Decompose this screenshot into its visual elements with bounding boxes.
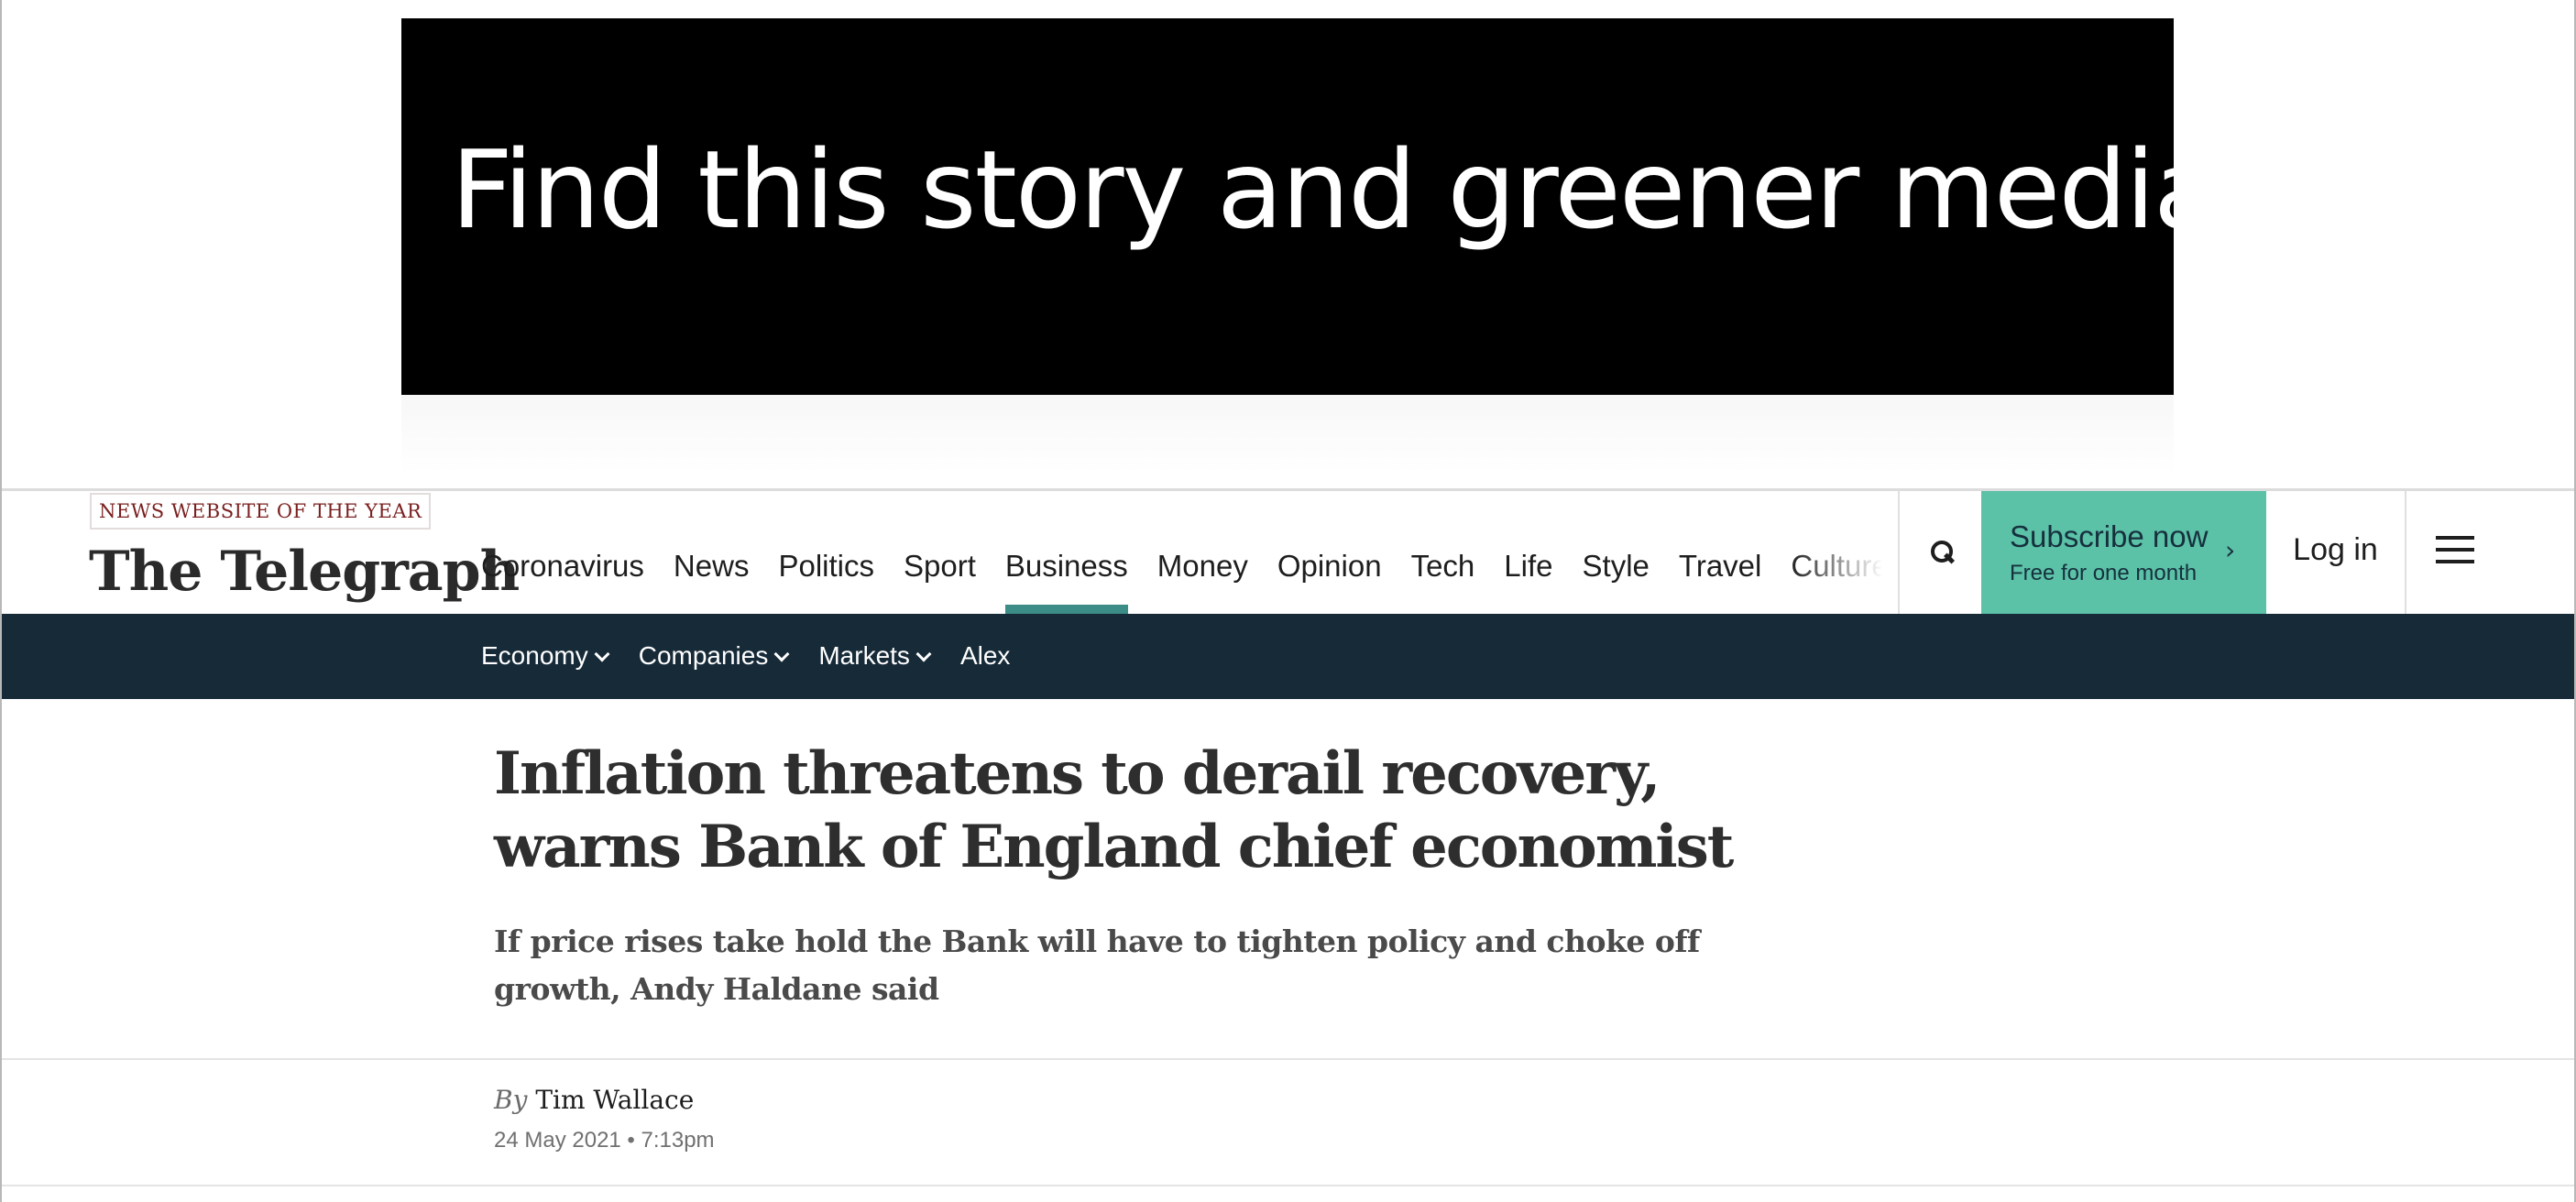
subnav-item-label: Economy [481, 641, 588, 670]
search-icon [1927, 539, 1956, 566]
byline-divider-bottom [0, 1185, 2576, 1186]
ad-area: Find this story and greener media [0, 0, 2576, 488]
nav-item-style[interactable]: Style [1583, 546, 1679, 586]
subnav-item-label: Markets [818, 641, 910, 670]
chevron-down-icon [594, 646, 610, 661]
nav-item-tech[interactable]: Tech [1411, 546, 1505, 586]
nav-item-life[interactable]: Life [1504, 546, 1582, 586]
nav-item-money[interactable]: Money [1157, 546, 1277, 586]
chevron-right-icon: › [2225, 535, 2236, 565]
primary-nav: Coronavirus News Politics Sport Business Mone… [481, 546, 1881, 614]
subscribe-sublabel: Free for one month [2010, 561, 2198, 585]
hamburger-menu-icon [2436, 536, 2474, 563]
login-label: Log in [2293, 531, 2378, 567]
nav-fade-overlay [1790, 491, 1900, 614]
subnav-item-economy[interactable]: Economy [481, 639, 610, 672]
nav-item-business[interactable]: Business [1004, 546, 1157, 614]
nav-item-news[interactable]: News [674, 546, 779, 586]
chevron-down-icon [915, 646, 932, 661]
subnav-items: Economy Companies Markets Alex [481, 639, 1041, 672]
ad-shadow [401, 395, 2174, 474]
advertisement-banner[interactable]: Find this story and greener media [401, 18, 2220, 395]
author-link[interactable]: Tim Wallace [535, 1085, 694, 1115]
article-headline: Inflation threatens to derail recovery, … [494, 739, 1734, 881]
subnav-item-companies[interactable]: Companies [638, 639, 790, 672]
ad-text: Find this story and greener media [451, 126, 2220, 253]
nav-item-sport[interactable]: Sport [904, 546, 1005, 586]
window-left-border [0, 0, 2, 1202]
login-button[interactable]: Log in [2266, 491, 2406, 614]
nav-item-coronavirus[interactable]: Coronavirus [481, 546, 674, 586]
subscribe-label: Subscribe now [2010, 519, 2209, 553]
byline: By Tim Wallace [494, 1084, 694, 1117]
subscribe-button[interactable]: Subscribe now Free for one month › [1981, 491, 2266, 614]
subnav-item-markets[interactable]: Markets [818, 639, 932, 672]
site-logo[interactable]: The Telegraph [89, 535, 520, 608]
subnav-item-label: Alex [959, 641, 1011, 670]
search-button[interactable] [1898, 491, 1982, 614]
byline-divider-top [0, 1058, 2576, 1060]
menu-button[interactable] [2406, 491, 2504, 614]
nav-item-politics[interactable]: Politics [778, 546, 904, 586]
article-standfirst: If price rises take hold the Bank will h… [494, 923, 1700, 1007]
subnav-item-alex[interactable]: Alex [960, 639, 1010, 672]
publish-date: 24 May 2021 • 7:13pm [494, 1128, 715, 1153]
byline-prefix: By [494, 1085, 528, 1115]
award-badge: NEWS WEBSITE OF THE YEAR [90, 493, 432, 530]
subnav-item-label: Companies [638, 641, 769, 670]
section-subnav: Economy Companies Markets Alex [0, 614, 2576, 699]
nav-item-travel[interactable]: Travel [1679, 546, 1791, 586]
nav-item-opinion[interactable]: Opinion [1277, 546, 1411, 586]
chevron-down-icon [773, 646, 790, 661]
